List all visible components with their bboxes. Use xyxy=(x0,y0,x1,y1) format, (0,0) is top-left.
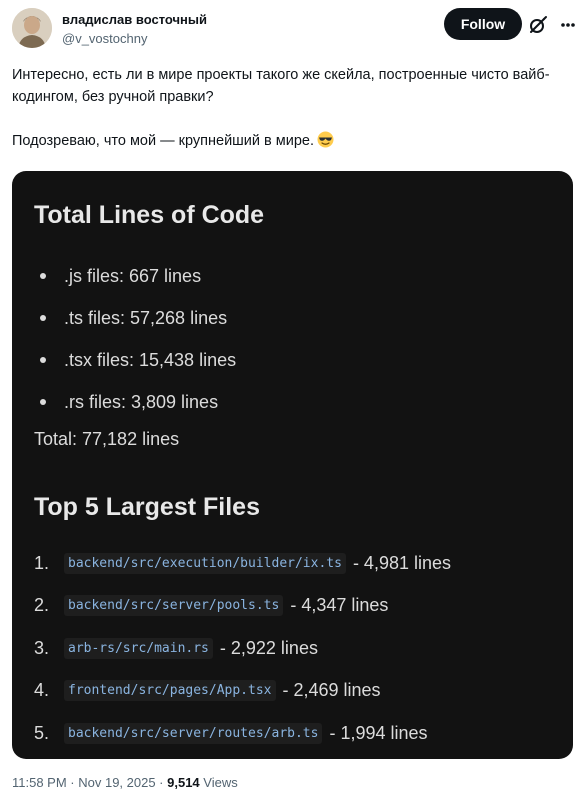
timestamp-link[interactable]: 11:58 PM · Nov 19, 2025 · xyxy=(12,775,167,790)
tweet-paragraph-1: Интересно, есть ли в мире проекты такого… xyxy=(12,67,550,105)
tweet-paragraph-2: Подозреваю, что мой — крупнейший в мире. xyxy=(12,130,572,152)
file-type-text: .ts files: 57,268 lines xyxy=(64,307,228,328)
list-item: 2. backend/src/server/pools.ts - 4,347 l… xyxy=(34,585,451,628)
list-item: .ts files: 57,268 lines xyxy=(30,297,236,339)
views-label: Views xyxy=(199,775,238,790)
file-line-count: - 2,469 lines xyxy=(282,680,381,701)
file-type-text: .rs files: 3,809 lines xyxy=(64,391,219,412)
file-path: backend/src/execution/builder/ix.ts xyxy=(64,552,346,574)
total-lines-heading: Total Lines of Code xyxy=(34,201,265,229)
grok-icon[interactable] xyxy=(527,14,549,36)
item-number: 1. xyxy=(34,552,50,573)
views-count: 9,514 xyxy=(167,775,200,790)
list-item: 4. frontend/src/pages/App.tsx - 2,469 li… xyxy=(34,670,451,713)
tweet-header: владислав восточный @v_vostochny Follow xyxy=(0,0,585,56)
file-type-text: .js files: 667 lines xyxy=(64,265,202,286)
largest-files-heading: Top 5 Largest Files xyxy=(34,493,260,521)
list-item: 3. arb-rs/src/main.rs - 2,922 lines xyxy=(34,627,451,670)
author-handle[interactable]: @v_vostochny xyxy=(62,31,147,46)
list-item: 5. backend/src/server/routes/arb.ts - 1,… xyxy=(34,712,451,755)
list-item: 1. backend/src/execution/builder/ix.ts -… xyxy=(34,542,451,585)
more-icon[interactable] xyxy=(557,14,579,36)
tweet-text: Интересно, есть ли в мире проекты такого… xyxy=(12,64,572,152)
file-type-list: .js files: 667 lines .ts files: 57,268 l… xyxy=(30,255,236,423)
code-stats-image[interactable]: Total Lines of Code .js files: 667 lines… xyxy=(12,171,573,759)
tweet-meta: 11:58 PM · Nov 19, 2025 · 9,514 Views xyxy=(12,775,238,790)
largest-files-list: 1. backend/src/execution/builder/ix.ts -… xyxy=(34,542,451,755)
file-line-count: - 2,922 lines xyxy=(219,637,318,658)
file-type-text: .tsx files: 15,438 lines xyxy=(64,349,237,370)
follow-button[interactable]: Follow xyxy=(444,8,522,40)
sunglasses-emoji-icon xyxy=(317,131,334,148)
list-item: .tsx files: 15,438 lines xyxy=(30,339,236,381)
avatar-icon[interactable] xyxy=(12,8,52,48)
item-number: 4. xyxy=(34,680,50,701)
bullet-icon xyxy=(40,399,46,405)
item-number: 5. xyxy=(34,722,50,743)
bullet-icon xyxy=(40,273,46,279)
tweet-paragraph-2-text: Подозреваю, что мой — крупнейший в мире. xyxy=(12,133,314,149)
file-path: backend/src/server/routes/arb.ts xyxy=(64,722,323,744)
bullet-icon xyxy=(40,357,46,363)
file-line-count: - 1,994 lines xyxy=(329,722,428,743)
author-name[interactable]: владислав восточный xyxy=(62,12,207,27)
item-number: 2. xyxy=(34,595,50,616)
file-line-count: - 4,981 lines xyxy=(352,552,451,573)
item-number: 3. xyxy=(34,637,50,658)
file-line-count: - 4,347 lines xyxy=(290,595,389,616)
file-path: arb-rs/src/main.rs xyxy=(64,637,213,659)
file-path: frontend/src/pages/App.tsx xyxy=(64,680,276,702)
total-lines: Total: 77,182 lines xyxy=(34,429,180,449)
bullet-icon xyxy=(40,315,46,321)
file-path: backend/src/server/pools.ts xyxy=(64,595,284,617)
list-item: .rs files: 3,809 lines xyxy=(30,381,236,423)
list-item: .js files: 667 lines xyxy=(30,255,236,297)
